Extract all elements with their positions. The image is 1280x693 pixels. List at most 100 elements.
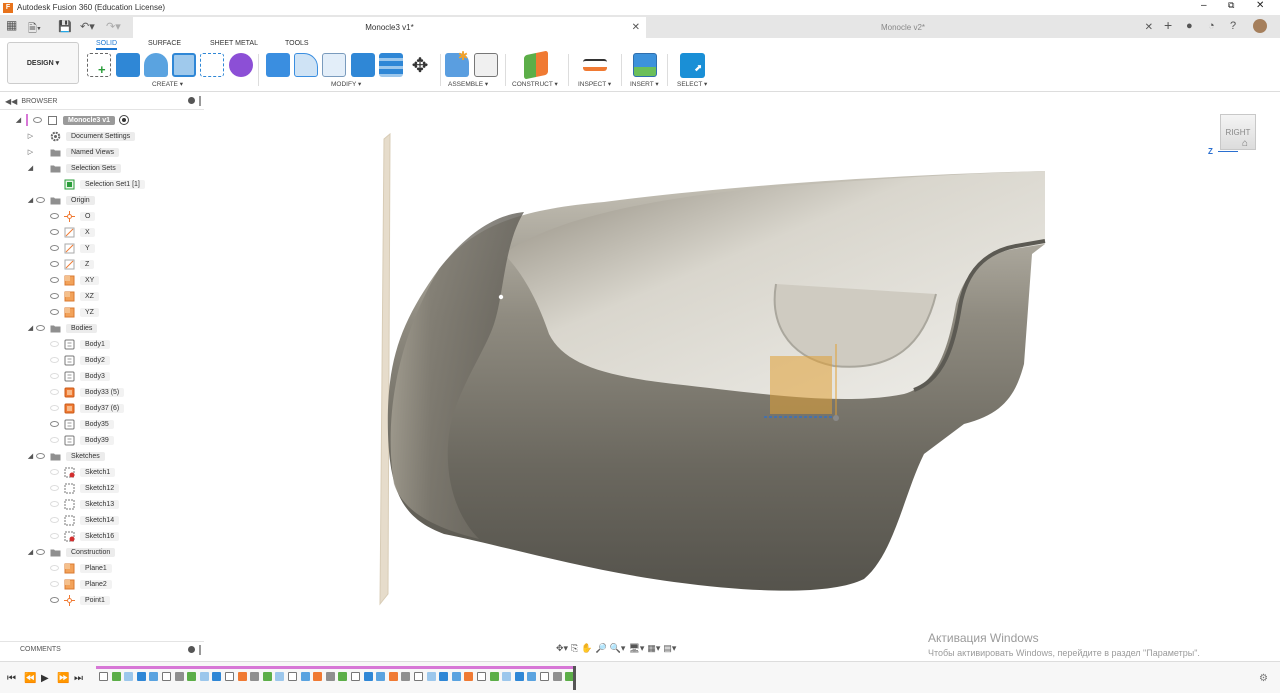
timeline-feature[interactable]: [162, 672, 171, 681]
visibility-eye-icon[interactable]: [49, 501, 60, 508]
browser-item-named-views[interactable]: ▷ Named Views: [26, 145, 120, 159]
browser-item-body1[interactable]: Body1: [40, 337, 110, 351]
extrude-icon[interactable]: [116, 53, 140, 77]
offset-plane-icon[interactable]: [524, 50, 548, 80]
timeline-feature[interactable]: [401, 672, 411, 681]
activate-radio-icon[interactable]: [119, 115, 130, 125]
tab-surface[interactable]: SURFACE: [148, 40, 181, 47]
visibility-eye-icon[interactable]: [49, 373, 60, 380]
expand-triangle-icon[interactable]: ▷: [26, 148, 35, 156]
timeline-feature[interactable]: [149, 672, 159, 681]
workspace-switcher-button[interactable]: DESIGN ▾: [7, 42, 79, 84]
visibility-eye-icon[interactable]: [49, 517, 60, 524]
help-icon[interactable]: ?: [1230, 20, 1236, 32]
go-to-start-icon[interactable]: ⏮: [7, 673, 16, 684]
chamfer-icon[interactable]: [322, 53, 346, 77]
visibility-eye-icon[interactable]: [49, 229, 60, 236]
form-icon[interactable]: [229, 53, 253, 77]
visibility-eye-icon[interactable]: [49, 405, 60, 412]
inspect-menu[interactable]: INSPECT ▾: [578, 80, 611, 88]
browser-item-construction[interactable]: ◢ Construction: [26, 545, 116, 559]
timeline-feature[interactable]: [451, 672, 461, 681]
collapse-triangle-icon[interactable]: ◢: [26, 452, 35, 460]
browser-item-origin[interactable]: ◢ Origin: [26, 193, 95, 207]
browser-item-sketch14[interactable]: Sketch14: [40, 513, 120, 527]
move-icon[interactable]: ✥: [408, 53, 432, 77]
press-pull-icon[interactable]: [266, 53, 290, 77]
browser-item-point1[interactable]: Point1: [40, 593, 110, 607]
browser-item-xy[interactable]: XY: [40, 273, 100, 287]
timeline-feature[interactable]: [514, 672, 524, 681]
timeline-settings-icon[interactable]: ⚙: [1259, 673, 1268, 684]
timeline-feature[interactable]: [376, 672, 386, 681]
app-grid-icon[interactable]: ▦: [6, 18, 17, 32]
browser-item-body33-5[interactable]: Body33 (5): [40, 385, 125, 399]
3d-viewport[interactable]: RIGHT Z ⌂: [204, 94, 1280, 660]
model-canvas[interactable]: [204, 94, 1280, 660]
browser-item-body35[interactable]: Body35: [40, 417, 114, 431]
timeline-feature[interactable]: [174, 672, 184, 681]
notifications-icon[interactable]: ◔: [1208, 20, 1215, 32]
add-comment-icon[interactable]: [188, 646, 195, 653]
visibility-eye-icon[interactable]: [49, 261, 60, 268]
joint-icon[interactable]: [474, 53, 498, 77]
fillet-icon[interactable]: [294, 53, 318, 77]
timeline-feature[interactable]: [426, 672, 436, 681]
browser-item-sketch12[interactable]: Sketch12: [40, 481, 120, 495]
timeline-feature[interactable]: [199, 672, 209, 681]
browser-item-selection-sets[interactable]: ◢ Selection Sets: [26, 161, 121, 175]
play-icon[interactable]: ▶: [41, 673, 49, 684]
save-icon[interactable]: 💾: [58, 20, 72, 33]
insert-image-icon[interactable]: [633, 53, 657, 77]
go-to-end-icon[interactable]: ⏭: [74, 673, 83, 684]
redo-icon[interactable]: ↷▾: [106, 20, 121, 33]
visibility-eye-icon[interactable]: [49, 341, 60, 348]
tab-sheet-metal[interactable]: SHEET METAL: [210, 40, 258, 47]
hole-icon[interactable]: [172, 53, 196, 77]
select-cursor-icon[interactable]: ⬈: [680, 53, 705, 78]
resize-handle-icon[interactable]: [199, 96, 201, 106]
timeline-feature[interactable]: [540, 672, 549, 681]
zoom-icon[interactable]: 🔎: [595, 643, 606, 654]
split-body-icon[interactable]: [379, 53, 403, 77]
browser-pin-icon[interactable]: [188, 97, 195, 104]
visibility-eye-icon[interactable]: [49, 565, 60, 572]
shell-icon[interactable]: [351, 53, 375, 77]
resize-handle-icon[interactable]: [199, 645, 201, 655]
create-sketch-icon[interactable]: +: [87, 53, 111, 77]
home-view-icon[interactable]: ⌂: [1242, 138, 1248, 149]
timeline-feature[interactable]: [489, 672, 499, 681]
revolve-icon[interactable]: [144, 53, 168, 77]
timeline-feature[interactable]: [439, 672, 449, 681]
step-forward-icon[interactable]: ⏩: [57, 673, 69, 684]
fit-icon[interactable]: 🔍▾: [610, 643, 626, 654]
timeline-feature[interactable]: [502, 672, 512, 681]
new-component-icon[interactable]: ✱: [445, 49, 469, 77]
browser-item-body37-6[interactable]: Body37 (6): [40, 401, 125, 415]
visibility-eye-icon[interactable]: [35, 197, 46, 204]
browser-item-y[interactable]: Y: [40, 241, 95, 255]
undo-icon[interactable]: ↶▾: [80, 20, 95, 33]
browser-item-body2[interactable]: Body2: [40, 353, 110, 367]
visibility-eye-icon[interactable]: [49, 357, 60, 364]
timeline-feature[interactable]: [288, 672, 297, 681]
timeline-feature[interactable]: [212, 672, 222, 681]
file-menu-icon[interactable]: 🗎▾: [28, 20, 41, 39]
timeline-feature[interactable]: [325, 672, 335, 681]
job-status-icon[interactable]: ●: [1186, 20, 1193, 32]
visibility-eye-icon[interactable]: [49, 245, 60, 252]
visibility-eye-icon[interactable]: [49, 597, 60, 604]
browser-item-plane1[interactable]: Plane1: [40, 561, 112, 575]
close-tab-icon[interactable]: ✕: [632, 22, 640, 33]
browser-item-x[interactable]: X: [40, 225, 95, 239]
tab-solid[interactable]: SOLID: [96, 40, 118, 50]
visibility-eye-icon[interactable]: [49, 213, 60, 220]
assemble-menu[interactable]: ASSEMBLE ▾: [448, 80, 488, 88]
grid-settings-icon[interactable]: ▦▾: [647, 643, 660, 654]
visibility-eye-icon[interactable]: [49, 485, 60, 492]
visibility-eye-icon[interactable]: [49, 277, 60, 284]
browser-item-sketch16[interactable]: Sketch16: [40, 529, 120, 543]
browser-item-bodies[interactable]: ◢ Bodies: [26, 321, 98, 335]
construct-menu[interactable]: CONSTRUCT ▾: [512, 80, 558, 88]
timeline-feature[interactable]: [111, 672, 121, 681]
